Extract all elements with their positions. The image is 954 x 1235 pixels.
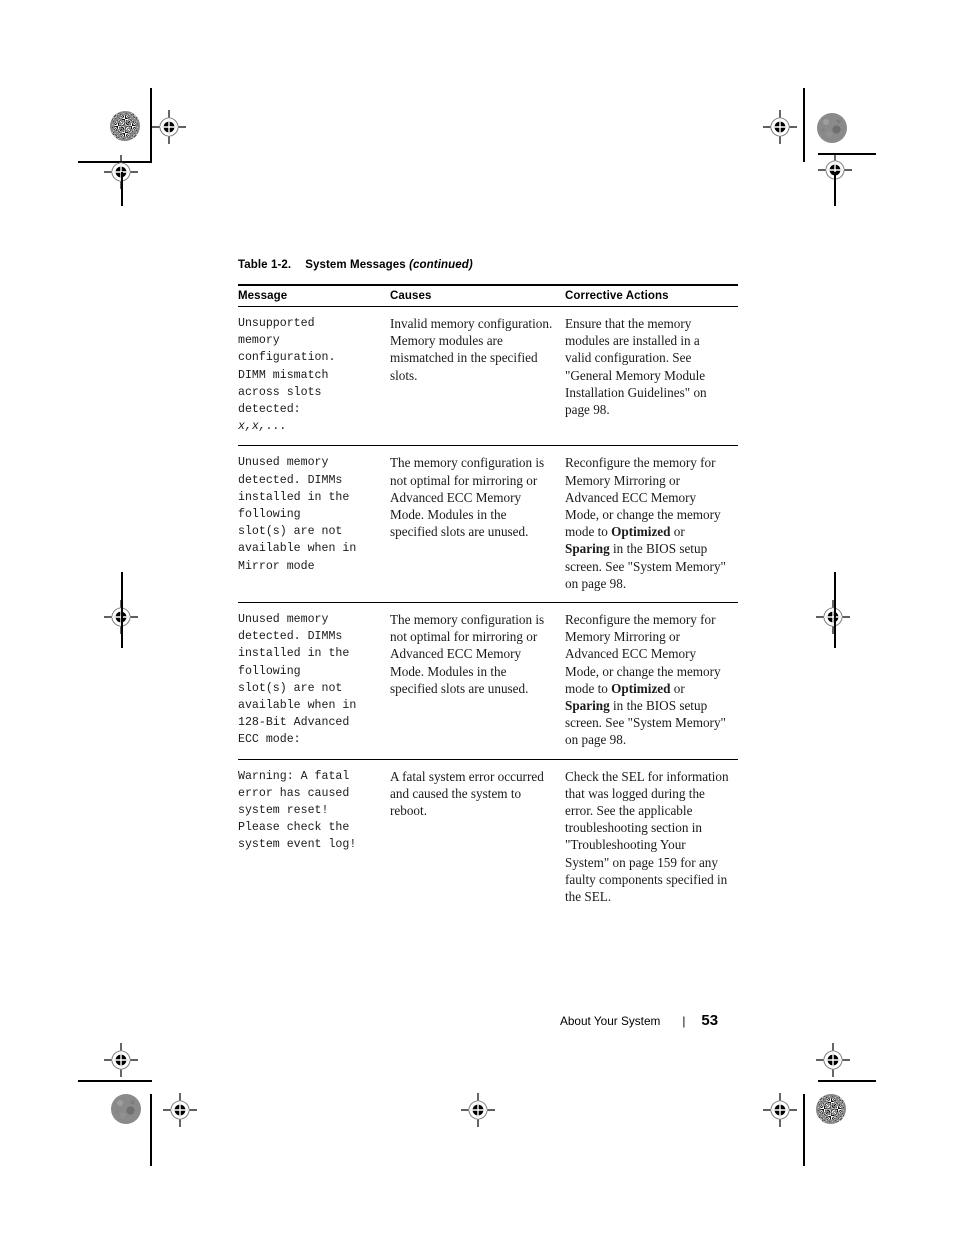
registration-mark xyxy=(104,1043,138,1077)
crop-mark-line xyxy=(121,572,123,648)
registration-mark xyxy=(816,1043,850,1077)
density-patch xyxy=(110,111,140,141)
cell-message: Unused memory detected. DIMMs installed … xyxy=(238,445,390,604)
cell-corrective-action: Reconfigure the memory for Memory Mirror… xyxy=(565,602,738,760)
cell-message: Unused memory detected. DIMMs installed … xyxy=(238,602,390,760)
table-caption-title: System Messages xyxy=(305,259,406,271)
crop-mark-line xyxy=(803,88,805,162)
action-text-pre: Ensure that the memory modules are insta… xyxy=(565,316,707,418)
cell-corrective-action: Ensure that the memory modules are insta… xyxy=(565,306,738,447)
document-page: Table 1-2. System Messages (continued) Me… xyxy=(0,0,954,1235)
table-row: Unused memory detected. DIMMs installed … xyxy=(238,445,738,604)
cell-corrective-action: Reconfigure the memory for Memory Mirror… xyxy=(565,445,738,604)
action-text-bold-2: Sparing xyxy=(565,541,610,557)
registration-mark xyxy=(763,110,797,144)
cell-cause: The memory configuration is not optimal … xyxy=(390,445,565,604)
table-caption: Table 1-2. System Messages (continued) xyxy=(238,259,473,271)
cell-cause: Invalid memory configuration. Memory mod… xyxy=(390,306,565,447)
table-header-row: Message Causes Corrective Actions xyxy=(238,284,738,307)
registration-mark xyxy=(461,1093,495,1127)
action-text-bold-1: Optimized xyxy=(611,680,671,696)
action-text-mid: or xyxy=(670,680,685,696)
registration-mark xyxy=(763,1093,797,1127)
table-row: Unused memory detected. DIMMs installed … xyxy=(238,602,738,760)
column-header-causes: Causes xyxy=(390,284,565,307)
table-caption-continued: (continued) xyxy=(409,259,473,271)
message-code-text: Unused memory detected. DIMMs installed … xyxy=(238,613,357,747)
crop-mark-line xyxy=(834,172,836,206)
action-text-mid: or xyxy=(670,524,685,540)
table-row: Warning: A fatal error has caused system… xyxy=(238,759,738,915)
cell-corrective-action: Check the SEL for information that was l… xyxy=(565,759,738,915)
message-code-italic: x,x,... xyxy=(238,420,287,434)
cell-cause: The memory configuration is not optimal … xyxy=(390,602,565,760)
action-text-bold-1: Optimized xyxy=(611,524,671,540)
footer-page-number: 53 xyxy=(701,1012,719,1029)
system-messages-table: Message Causes Corrective Actions Unsupp… xyxy=(238,284,738,915)
column-header-corrective-actions: Corrective Actions xyxy=(565,284,738,307)
column-header-message: Message xyxy=(238,284,390,307)
density-patch xyxy=(111,1094,141,1124)
crop-mark-line xyxy=(150,1094,152,1166)
crop-mark-line xyxy=(834,572,836,648)
footer-separator: | xyxy=(682,1014,686,1028)
action-text-pre: Check the SEL for information that was l… xyxy=(565,768,729,905)
density-patch xyxy=(816,1094,846,1124)
message-code-text: Warning: A fatal error has caused system… xyxy=(238,769,357,852)
table-body: Unsupported memory configuration. DIMM m… xyxy=(238,306,738,916)
page-footer: About Your System | 53 xyxy=(560,1012,718,1029)
crop-mark-line xyxy=(121,172,123,206)
message-code-text: Unused memory detected. DIMMs installed … xyxy=(238,456,357,573)
density-patch xyxy=(817,113,847,143)
action-text-bold-2: Sparing xyxy=(565,698,610,714)
cell-message: Unsupported memory configuration. DIMM m… xyxy=(238,306,390,447)
registration-mark xyxy=(152,110,186,144)
crop-mark-line xyxy=(818,1080,876,1082)
table-row: Unsupported memory configuration. DIMM m… xyxy=(238,306,738,447)
table-header: Message Causes Corrective Actions xyxy=(238,284,738,307)
registration-mark xyxy=(816,600,850,634)
footer-section-label: About Your System xyxy=(560,1014,661,1028)
crop-mark-line xyxy=(803,1094,805,1166)
table-caption-number: Table 1-2. xyxy=(238,259,292,271)
cell-message: Warning: A fatal error has caused system… xyxy=(238,759,390,915)
crop-mark-line xyxy=(78,1080,152,1082)
cell-cause: A fatal system error occurred and caused… xyxy=(390,768,544,819)
message-code-text: Unsupported memory configuration. DIMM m… xyxy=(238,317,336,417)
registration-mark xyxy=(163,1093,197,1127)
